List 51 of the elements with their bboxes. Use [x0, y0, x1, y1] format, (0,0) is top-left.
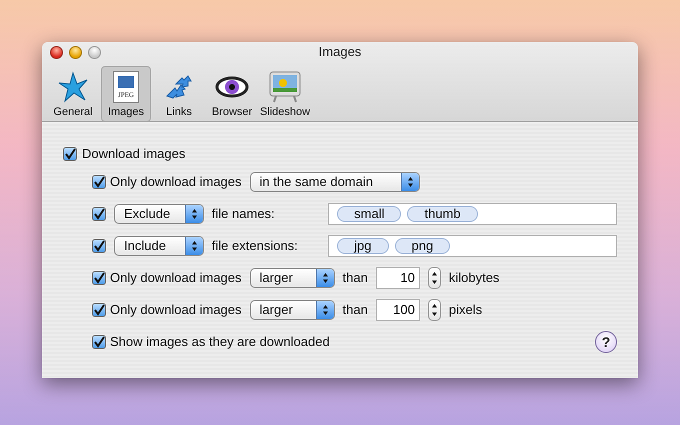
up-down-arrows-icon: [322, 304, 329, 316]
checkbox[interactable]: [63, 147, 77, 161]
number-field[interactable]: 10: [376, 267, 420, 289]
window-title: Images: [318, 43, 362, 62]
label: Only download images: [110, 301, 242, 320]
checkbox[interactable]: [92, 303, 106, 317]
number-field[interactable]: 100: [376, 299, 420, 321]
label: than: [342, 269, 368, 288]
up-down-arrows-icon: [322, 272, 329, 284]
label: kilobytes: [448, 269, 500, 288]
stepper[interactable]: [428, 267, 441, 289]
monitor-icon: [268, 70, 302, 104]
toolbar-tab[interactable]: General: [48, 66, 98, 122]
label: Only download images: [110, 269, 242, 288]
popup-button[interactable]: in the same domain: [250, 172, 420, 192]
checkbox[interactable]: [92, 239, 106, 253]
label: Only download images: [110, 173, 242, 192]
label: Show images as they are downloaded: [110, 333, 330, 352]
token-field[interactable]: jpg png: [328, 235, 617, 257]
label: Download images: [82, 145, 186, 164]
up-down-arrows-icon: [430, 303, 438, 317]
checkbox[interactable]: [92, 335, 106, 349]
label: file extensions:: [212, 237, 299, 256]
label: pixels: [448, 301, 482, 320]
toolbar-tab[interactable]: Links: [154, 66, 204, 122]
zoom-button[interactable]: [88, 46, 101, 58]
help-button[interactable]: ?: [595, 331, 617, 353]
checkbox[interactable]: [92, 207, 106, 221]
popup-button[interactable]: Include: [114, 236, 204, 256]
checkbox[interactable]: [92, 175, 106, 189]
up-down-arrows-icon: [406, 176, 414, 188]
up-down-arrows-icon: [190, 240, 198, 252]
star-icon: [56, 70, 90, 104]
popup-button[interactable]: Exclude: [114, 204, 204, 224]
up-down-arrows-icon: [430, 271, 438, 285]
token[interactable]: thumb: [407, 206, 478, 222]
up-down-arrows-icon: [190, 208, 198, 220]
token[interactable]: jpg: [337, 238, 388, 254]
token[interactable]: png: [394, 238, 450, 254]
checkbox[interactable]: [92, 271, 106, 285]
popup-button[interactable]: larger: [250, 268, 335, 288]
toolbar-tab[interactable]: Slideshow: [260, 66, 310, 122]
token-field[interactable]: small thumb: [328, 203, 617, 225]
stepper[interactable]: [428, 299, 441, 321]
close-button[interactable]: [50, 46, 63, 58]
label: than: [342, 301, 368, 320]
toolbar-tab[interactable]: Browser: [207, 66, 257, 122]
token[interactable]: small: [337, 206, 402, 222]
minimize-button[interactable]: [69, 46, 82, 58]
label: file names:: [212, 205, 276, 224]
popup-button[interactable]: larger: [250, 300, 335, 320]
